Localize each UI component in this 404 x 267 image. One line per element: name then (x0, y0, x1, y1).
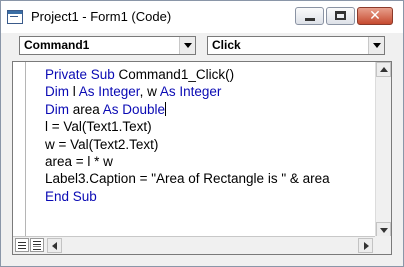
code-line: Private Sub Command1_Click() (45, 66, 330, 83)
code-window: Project1 - Form1 (Code) ✕ Command1 Click… (0, 0, 404, 267)
code-line: w = Val(Text2.Text) (45, 136, 159, 152)
window-title: Project1 - Form1 (Code) (31, 9, 172, 24)
keyword: Dim (45, 84, 69, 100)
size-grip (375, 236, 391, 254)
text-cursor (165, 101, 167, 116)
margin-indicator-bar (25, 62, 26, 236)
vertical-scrollbar[interactable] (375, 62, 391, 237)
code-editor[interactable]: Private Sub Command1_Click() Dim l As Int… (12, 61, 392, 255)
editor-bottom-bar (13, 236, 391, 254)
minimize-button[interactable] (295, 7, 324, 25)
code-line: End Sub (45, 188, 330, 205)
procedure-dropdown[interactable]: Click (207, 36, 385, 55)
code-token: , w (139, 84, 160, 100)
maximize-button[interactable] (326, 7, 355, 25)
procedure-dropdown-value: Click (212, 38, 241, 52)
code-token: Command1_Click() (114, 67, 235, 82)
code-line: Label3.Caption = "Area of Rectangle is "… (45, 171, 330, 187)
scroll-right-icon[interactable] (358, 238, 373, 253)
keyword: As Double (102, 101, 166, 117)
scroll-up-icon[interactable] (376, 62, 391, 77)
code-line: Dim area As Double (45, 101, 330, 118)
close-icon: ✕ (369, 7, 381, 23)
title-bar[interactable]: Project1 - Form1 (Code) ✕ (1, 1, 403, 33)
keyword: As Integer (159, 84, 222, 100)
keyword: End Sub (45, 188, 97, 204)
code-token: l (69, 84, 79, 100)
full-module-view-icon[interactable] (30, 238, 44, 252)
chevron-down-icon[interactable] (368, 37, 384, 54)
horizontal-scrollbar[interactable] (47, 238, 373, 253)
minimize-icon (305, 18, 315, 21)
object-dropdown[interactable]: Command1 (19, 36, 196, 55)
maximize-icon (335, 11, 346, 20)
keyword: Private Sub (45, 67, 115, 82)
procedure-view-icon[interactable] (15, 238, 29, 252)
scroll-down-icon[interactable] (376, 222, 391, 237)
scroll-left-icon[interactable] (47, 238, 62, 253)
close-button[interactable]: ✕ (357, 7, 393, 25)
code-token: area (69, 101, 103, 117)
keyword: Dim (45, 101, 69, 117)
code-window-icon (7, 10, 23, 24)
chevron-down-icon[interactable] (179, 37, 195, 54)
code-line: l = Val(Text1.Text) (45, 119, 152, 135)
object-dropdown-value: Command1 (24, 38, 90, 52)
code-text[interactable]: Private Sub Command1_Click() Dim l As Int… (45, 66, 330, 205)
code-line: area = l * w (45, 154, 113, 170)
code-line: Dim l As Integer, w As Integer (45, 83, 330, 100)
keyword: As Integer (78, 84, 140, 100)
